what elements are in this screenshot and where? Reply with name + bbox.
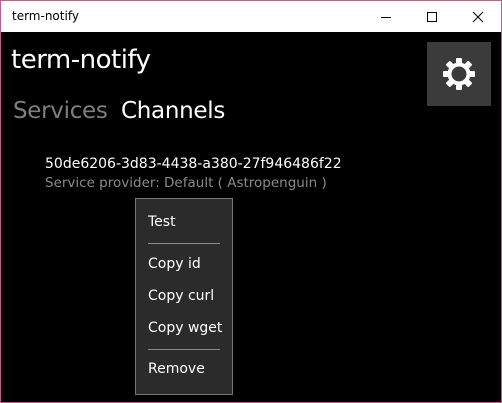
close-icon — [472, 11, 484, 23]
title-bar[interactable]: term-notify — [1, 1, 501, 32]
menu-item-test[interactable]: Test — [148, 214, 176, 230]
channel-id: 50de6206-3d83-4438-a380-27f946486f22 — [45, 156, 342, 172]
channel-list-item[interactable]: 50de6206-3d83-4438-a380-27f946486f22 Ser… — [45, 156, 465, 191]
menu-item-remove[interactable]: Remove — [148, 361, 205, 377]
menu-item-copy-curl[interactable]: Copy curl — [148, 288, 214, 304]
tab-channels[interactable]: Channels — [121, 98, 225, 124]
window-title: term-notify — [12, 9, 79, 23]
minimize-button[interactable] — [363, 1, 409, 32]
app-title: term-notify — [11, 45, 151, 75]
channel-provider: Service provider: Default ( Astropenguin… — [45, 175, 327, 191]
settings-button[interactable] — [427, 42, 491, 106]
menu-separator — [148, 349, 220, 350]
maximize-button[interactable] — [409, 1, 455, 32]
close-button[interactable] — [455, 1, 501, 32]
menu-item-copy-id[interactable]: Copy id — [148, 256, 201, 272]
app-window: term-notify term-notify Services Channel… — [0, 0, 502, 403]
context-menu: Test Copy id Copy curl Copy wget Remove — [135, 198, 233, 395]
tab-services[interactable]: Services — [13, 98, 108, 124]
minimize-icon — [381, 17, 391, 18]
gear-icon — [443, 58, 475, 90]
menu-separator — [148, 243, 220, 244]
maximize-icon — [427, 12, 437, 22]
menu-item-copy-wget[interactable]: Copy wget — [148, 320, 222, 336]
